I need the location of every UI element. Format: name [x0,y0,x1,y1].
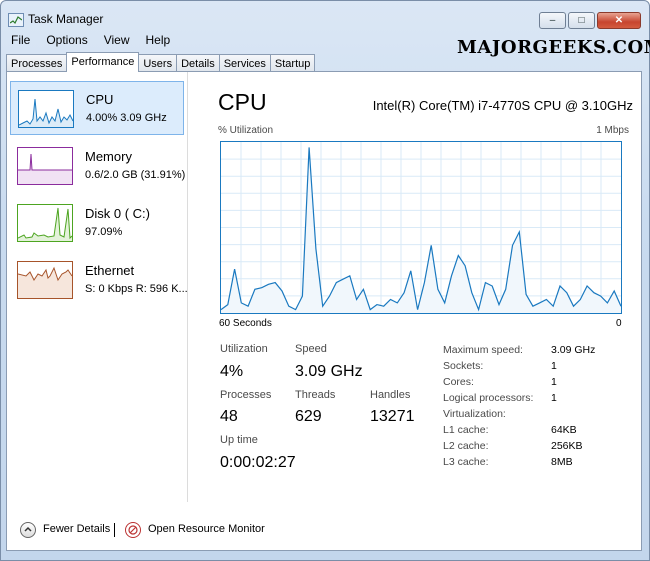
threads-value: 629 [295,408,322,425]
task-manager-icon [8,13,24,27]
graph-max-label: 1 Mbps [596,125,629,136]
tab-performance[interactable]: Performance [66,52,140,72]
cores-label: Cores: [443,376,474,388]
sidebar-item-label: Disk 0 ( C:) [85,206,150,221]
fewer-details-link[interactable]: Fewer Details [43,523,110,535]
l3-cache-value: 8MB [551,456,573,468]
tab-users[interactable]: Users [138,54,178,72]
page-title: CPU [218,89,267,115]
majorgeeks-watermark: MAJORGEEKS.COM [457,37,650,58]
processes-value: 48 [220,408,238,425]
performance-panel: CPU 4.00% 3.09 GHz Memory 0.6/2.0 GB (31… [6,71,642,551]
sidebar-item-label: CPU [86,92,114,107]
uptime-value: 0:00:02:27 [220,454,296,471]
logical-processors-label: Logical processors: [443,392,534,404]
sidebar-item-label: Ethernet [85,263,135,278]
cpu-detail-pane: CPU Intel(R) Core(TM) i7-4770S CPU @ 3.1… [218,72,633,502]
cpu-model-name: Intel(R) Core(TM) i7-4770S CPU @ 3.10GHz [372,98,633,113]
uptime-label: Up time [220,434,258,446]
utilization-label: Utilization [220,343,268,355]
footer-bar: Fewer Details Open Resource Monitor [7,508,641,550]
menu-options[interactable]: Options [37,32,94,49]
sidebar-item-ethernet[interactable]: Ethernet S: 0 Kbps R: 596 K... [10,253,188,307]
resource-sidebar: CPU 4.00% 3.09 GHz Memory 0.6/2.0 GB (31… [7,72,188,502]
threads-label: Threads [295,389,336,401]
speed-value: 3.09 GHz [295,363,363,380]
graph-y-axis-label: % Utilization [218,125,274,136]
max-speed-value: 3.09 GHz [551,344,596,356]
l1-cache-value: 64KB [551,424,577,436]
graph-time-span-label: 60 Seconds [219,318,272,329]
title-bar[interactable]: Task Manager – □ ✕ [1,1,649,31]
sockets-value: 1 [551,360,557,372]
cpu-thumbnail-graph [18,90,74,128]
menu-bar: File Options View Help [2,32,177,49]
task-manager-window: Task Manager – □ ✕ MAJORGEEKS.COM File O… [0,0,650,561]
sidebar-item-cpu[interactable]: CPU 4.00% 3.09 GHz [10,81,184,135]
tab-strip: Processes Performance Users Details Serv… [6,52,316,72]
handles-label: Handles [370,389,411,401]
tab-services[interactable]: Services [218,54,271,72]
menu-help[interactable]: Help [137,32,178,49]
l2-cache-label: L2 cache: [443,440,489,452]
sidebar-item-label: Memory [85,149,132,164]
graph-time-end-label: 0 [616,318,622,329]
resource-monitor-icon[interactable] [125,522,141,538]
memory-thumbnail-graph [17,147,73,185]
sidebar-item-detail: 4.00% 3.09 GHz [86,112,167,124]
processes-label: Processes [220,389,272,401]
window-title: Task Manager [28,12,104,26]
sidebar-item-detail: S: 0 Kbps R: 596 K... [85,283,188,295]
sidebar-item-detail: 97.09% [85,226,123,238]
fewer-details-chevron-icon[interactable] [20,522,36,538]
close-button[interactable]: ✕ [597,12,641,29]
handles-value: 13271 [370,408,415,425]
maximize-button[interactable]: □ [568,12,595,29]
disk-thumbnail-graph [17,204,73,242]
ethernet-thumbnail-graph [17,261,73,299]
logical-processors-value: 1 [551,392,557,404]
l3-cache-label: L3 cache: [443,456,489,468]
tab-processes[interactable]: Processes [6,54,68,72]
cpu-utilization-graph [220,141,622,314]
menu-file[interactable]: File [2,32,37,49]
menu-view[interactable]: View [95,32,137,49]
cores-value: 1 [551,376,557,388]
minimize-button[interactable]: – [539,12,566,29]
tab-details[interactable]: Details [176,54,220,72]
virtualization-label: Virtualization: [443,408,506,420]
speed-label: Speed [295,343,327,355]
sidebar-item-memory[interactable]: Memory 0.6/2.0 GB (31.91%) [10,139,186,193]
utilization-value: 4% [220,363,244,380]
cpu-utilization-chart [221,142,621,313]
max-speed-label: Maximum speed: [443,344,523,356]
l1-cache-label: L1 cache: [443,424,489,436]
footer-divider [114,523,115,537]
tab-startup[interactable]: Startup [269,54,316,72]
sidebar-item-disk[interactable]: Disk 0 ( C:) 97.09% [10,196,184,250]
open-resource-monitor-link[interactable]: Open Resource Monitor [148,523,265,535]
l2-cache-value: 256KB [551,440,583,452]
sidebar-item-detail: 0.6/2.0 GB (31.91%) [85,169,186,181]
sockets-label: Sockets: [443,360,484,372]
